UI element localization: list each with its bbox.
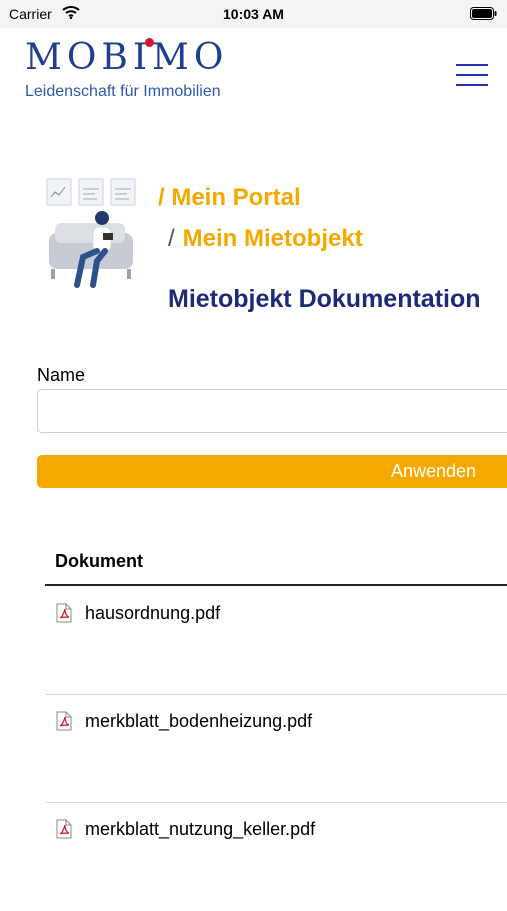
table-row[interactable]: hausordnung.pdf [45, 587, 507, 695]
battery-icon [470, 7, 497, 20]
mobimo-logo[interactable]: MOBIMO Leidenschaft für Immobilien [25, 38, 228, 101]
breadcrumb-mein-mietobjekt[interactable]: / Mein Mietobjekt [168, 225, 363, 253]
apply-button[interactable]: Anwenden [37, 455, 507, 488]
page-title: Mietobjekt Dokumentation [168, 285, 481, 313]
name-label: Name [37, 365, 86, 385]
pdf-icon [56, 819, 72, 839]
breadcrumb-mein-portal[interactable]: / Mein Portal [158, 184, 301, 212]
status-bar: Carrier 10:03 AM [0, 0, 507, 28]
document-link[interactable]: merkblatt_bodenheizung.pdf [85, 711, 312, 732]
document-link[interactable]: hausordnung.pdf [85, 603, 220, 624]
name-input[interactable] [37, 389, 507, 433]
breadcrumb-label: Mein Mietobjekt [182, 225, 363, 252]
table-row[interactable]: merkblatt_bodenheizung.pdf [45, 695, 507, 803]
table-row[interactable]: merkblatt_nutzung_keller.pdf [45, 803, 507, 911]
logo-tagline: Leidenschaft für Immobilien [25, 83, 221, 100]
table-header-dokument: Dokument [55, 551, 144, 571]
hamburger-menu-icon[interactable] [456, 64, 488, 90]
logo-dot [145, 38, 154, 47]
table-header-divider [45, 584, 507, 586]
portal-illustration [46, 178, 136, 288]
status-time: 10:03 AM [223, 6, 284, 22]
pdf-icon [56, 603, 72, 623]
logo-wordmark: MOBIMO [25, 37, 229, 78]
pdf-icon [56, 711, 72, 731]
document-link[interactable]: merkblatt_nutzung_keller.pdf [85, 819, 315, 840]
breadcrumb-separator: / [168, 225, 175, 252]
